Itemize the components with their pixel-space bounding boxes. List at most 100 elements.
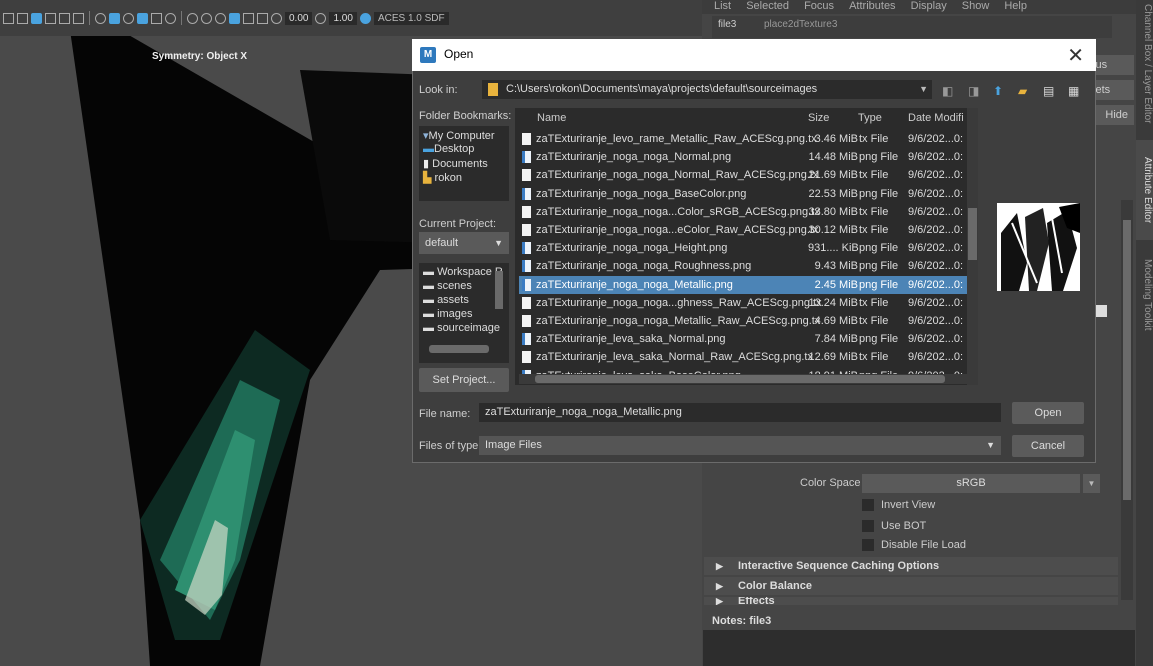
lighting-icon[interactable] (137, 12, 148, 24)
file-row[interactable]: zaTExturiranje_noga_noga_BaseColor.png 22… (519, 185, 967, 203)
disable-file-load-checkbox[interactable] (862, 539, 874, 551)
column-size[interactable]: Size (808, 112, 829, 124)
file-row[interactable]: zaTExturiranje_levo_rame_Metallic_Raw_AC… (519, 130, 967, 148)
section-color-balance[interactable]: ▶ Color Balance (704, 577, 1118, 595)
film-gate-icon[interactable] (73, 12, 84, 24)
file-row[interactable]: zaTExturiranje_noga_noga_Roughness.png 9.… (519, 257, 967, 275)
invert-view-checkbox[interactable] (862, 499, 874, 511)
camera-icon[interactable] (17, 12, 28, 24)
file-row[interactable]: zaTExturiranje_noga_noga...eColor_Raw_AC… (519, 221, 967, 239)
hud-icon[interactable] (243, 12, 254, 24)
exposure-field[interactable]: 0.00 (285, 11, 313, 25)
menu-display[interactable]: Display (911, 0, 947, 12)
grease-pencil-icon[interactable] (257, 12, 268, 24)
sun-icon[interactable] (165, 12, 176, 24)
color-space-dropdown[interactable]: sRGB (862, 474, 1080, 493)
list-view-icon[interactable]: ▤ (1043, 84, 1054, 98)
motion-blur-icon[interactable] (215, 12, 226, 24)
file-name-input[interactable]: zaTExturiranje_noga_noga_Metallic.png (479, 403, 1001, 422)
tab-attribute-editor[interactable]: Attribute Editor (1136, 140, 1153, 240)
textured-icon[interactable] (123, 12, 134, 24)
column-type[interactable]: Type (858, 112, 882, 124)
chevron-down-icon[interactable]: ▼ (1083, 474, 1100, 493)
file-name-cell: zaTExturiranje_noga_noga...Color_sRGB_AC… (536, 205, 820, 218)
document-icon: ▮ (423, 158, 430, 170)
file-list-hscrollbar[interactable] (519, 374, 967, 384)
color-management-icon[interactable] (359, 12, 371, 24)
folder-workspace[interactable]: ▬ Workspace R (423, 266, 505, 278)
view-transform-field[interactable]: ACES 1.0 SDF (373, 11, 449, 25)
file-row[interactable]: zaTExturiranje_noga_noga_Metallic_Raw_AC… (519, 312, 967, 330)
tab-modeling-toolkit[interactable]: Modeling Toolkit (1136, 245, 1153, 345)
open-button[interactable]: Open (1012, 402, 1084, 424)
detail-view-icon[interactable]: ▦ (1068, 84, 1079, 98)
menu-list[interactable]: List (714, 0, 731, 12)
folder-bookmarks-label: Folder Bookmarks: (419, 110, 512, 122)
frame-icon[interactable] (45, 12, 56, 24)
column-name[interactable]: Name (537, 112, 566, 124)
isolate-icon[interactable] (229, 12, 240, 24)
section-effects[interactable]: ▶ Effects (704, 597, 1118, 605)
tab-channel-box[interactable]: Channel Box / Layer Editor (1136, 4, 1153, 124)
set-project-button[interactable]: Set Project... (419, 368, 509, 392)
ambient-occlusion-icon[interactable] (201, 12, 212, 24)
file-row[interactable]: zaTExturiranje_noga_noga_Normal_Raw_ACES… (519, 166, 967, 184)
up-folder-icon[interactable]: ⬆ (993, 84, 1003, 98)
exposure-icon[interactable] (271, 12, 282, 24)
file-list: Name Size Type Date Modifi zaTExturiranj… (515, 108, 978, 385)
bookmark-my-computer[interactable]: ▾My Computer (423, 129, 495, 142)
menu-selected[interactable]: Selected (746, 0, 789, 12)
folder-sourceimages[interactable]: ▬ sourceimage (423, 322, 505, 334)
gamma-icon[interactable] (315, 12, 327, 24)
column-date[interactable]: Date Modifi (908, 112, 964, 124)
file-date-cell: 9/6/202...0: (908, 260, 964, 273)
section-interactive-sequence[interactable]: ▶ Interactive Sequence Caching Options (704, 557, 1118, 575)
menu-show[interactable]: Show (962, 0, 990, 12)
folder-assets[interactable]: ▬ assets (423, 294, 505, 306)
grid-icon[interactable] (3, 12, 14, 24)
file-row[interactable]: zaTExturiranje_noga_noga...Color_sRGB_AC… (519, 203, 967, 221)
wireframe-icon[interactable] (95, 12, 106, 24)
symmetry-label: Symmetry: Object X (152, 51, 248, 62)
file-row[interactable]: zaTExturiranje_noga_noga...ghness_Raw_AC… (519, 294, 967, 312)
smooth-shade-icon[interactable] (109, 12, 120, 24)
file-row[interactable]: zaTExturiranje_noga_noga_Normal.png 14.48… (519, 148, 967, 166)
menu-help[interactable]: Help (1004, 0, 1027, 12)
folder-browse-icon[interactable] (1095, 305, 1107, 317)
view-icon[interactable] (31, 12, 42, 24)
gamma-field[interactable]: 1.00 (329, 11, 357, 25)
file-row[interactable]: zaTExturiranje_noga_noga_Metallic.png 2.4… (519, 275, 967, 294)
shadow-icon[interactable] (187, 12, 198, 24)
file-row[interactable]: zaTExturiranje_leva_saka_Normal.png 7.84 … (519, 330, 967, 348)
look-in-dropdown[interactable]: C:\Users\rokon\Documents\maya\projects\d… (482, 80, 932, 99)
file-icon (522, 224, 531, 236)
tab-file3[interactable]: file3 (718, 19, 736, 30)
menu-attributes[interactable]: Attributes (849, 0, 895, 12)
folder-scenes[interactable]: ▬ scenes (423, 280, 505, 292)
file-date-cell: 9/6/202...0: (908, 296, 964, 309)
folder-images[interactable]: ▬ images (423, 308, 505, 320)
xray-icon[interactable] (151, 12, 162, 24)
notes-textarea[interactable] (703, 630, 1135, 666)
forward-icon[interactable]: ◨ (968, 84, 979, 98)
project-dropdown[interactable]: default ▼ (419, 232, 509, 254)
new-folder-icon[interactable]: ▰ (1018, 84, 1027, 98)
folders-scrollbar[interactable] (495, 271, 503, 309)
tab-place2dtexture[interactable]: place2dTexture3 (764, 19, 837, 30)
bookmark-desktop[interactable]: ▬Desktop (423, 143, 474, 155)
close-icon[interactable]: ✕ (1067, 43, 1084, 68)
use-bot-checkbox[interactable] (862, 520, 874, 532)
back-icon[interactable]: ◧ (942, 84, 953, 98)
bookmark-documents[interactable]: ▮ Documents (423, 157, 488, 170)
cancel-button[interactable]: Cancel (1012, 435, 1084, 457)
attr-scrollbar[interactable] (1121, 200, 1133, 600)
folders-hscrollbar[interactable] (429, 345, 489, 353)
image-plane-icon[interactable] (59, 12, 70, 24)
color-space-label: Color Space (800, 477, 861, 489)
menu-focus[interactable]: Focus (804, 0, 834, 12)
file-row[interactable]: zaTExturiranje_leva_saka_Normal_Raw_ACES… (519, 348, 967, 366)
bookmark-rokon[interactable]: ▙ rokon (423, 171, 462, 184)
files-of-type-dropdown[interactable]: Image Files ▼ (479, 436, 1001, 455)
file-row[interactable]: zaTExturiranje_noga_noga_Height.png 931..… (519, 239, 967, 257)
file-list-scrollbar[interactable] (967, 108, 978, 385)
